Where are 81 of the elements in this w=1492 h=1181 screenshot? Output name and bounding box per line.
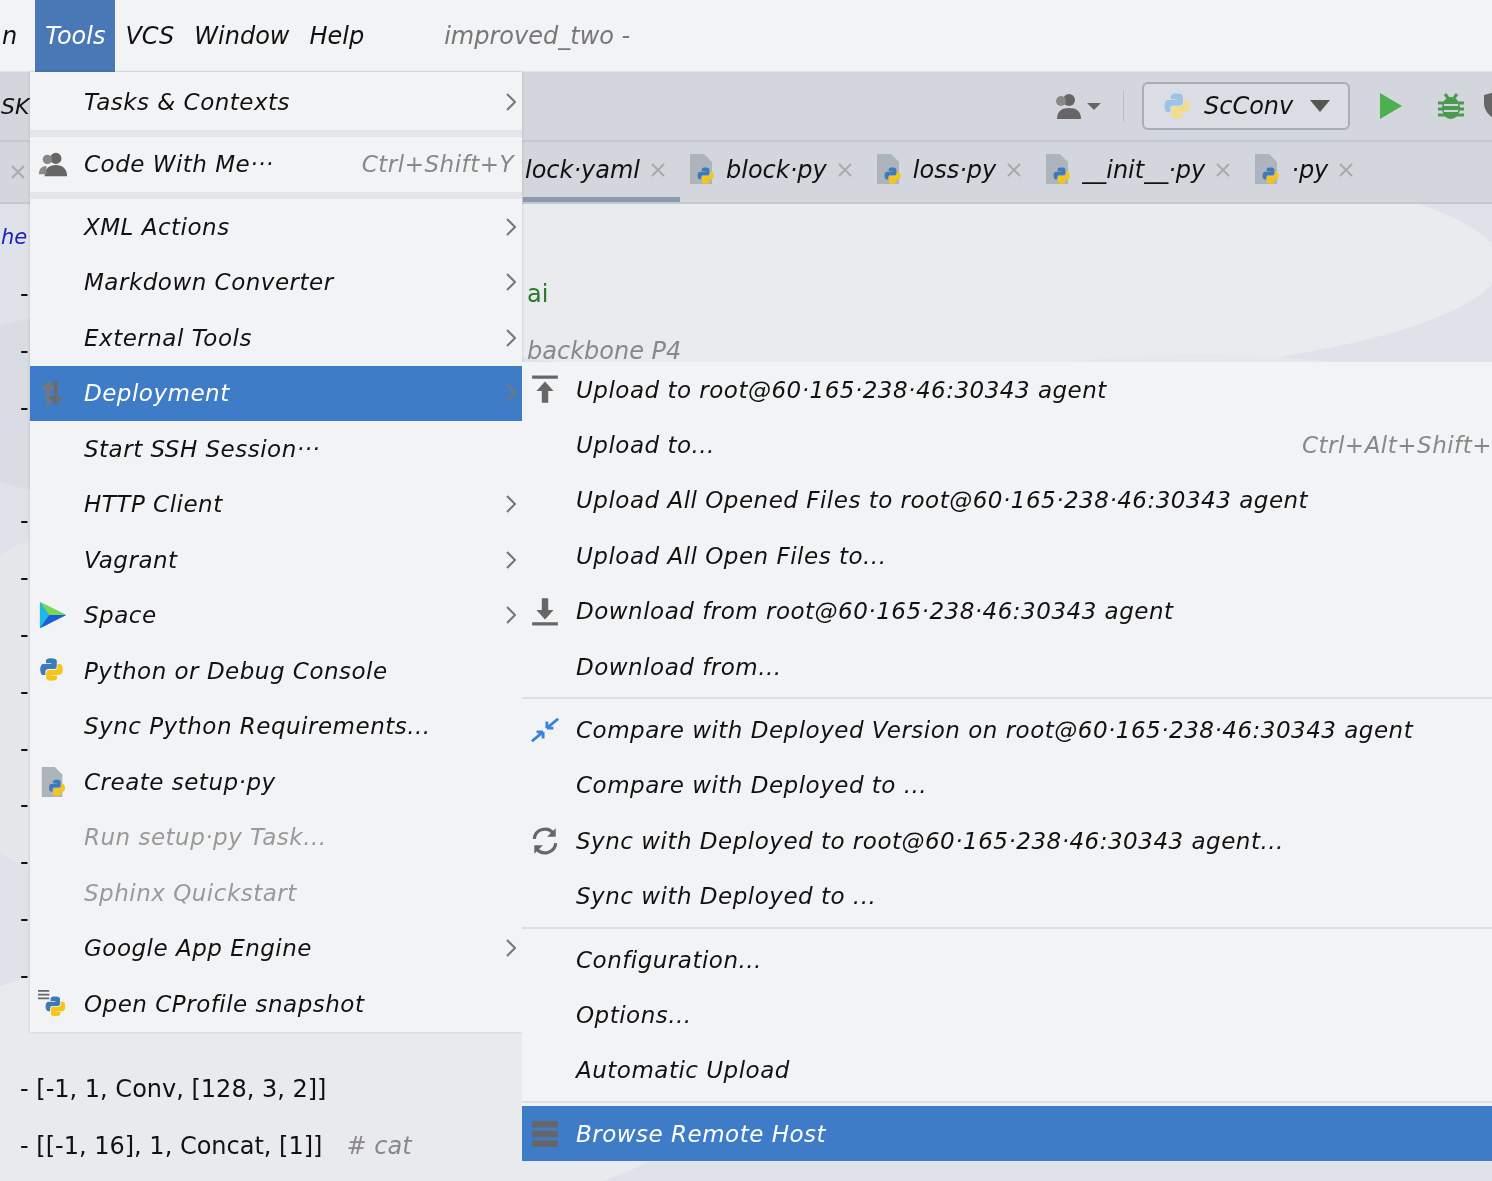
code-text: he bbox=[1, 225, 28, 250]
space-logo-icon bbox=[38, 600, 68, 631]
run-icon[interactable] bbox=[1378, 92, 1404, 120]
menu-item[interactable]: Google App Engine bbox=[30, 920, 522, 976]
code-text: - bbox=[20, 904, 29, 933]
close-icon[interactable] bbox=[10, 164, 26, 180]
menu-item[interactable]: Create setup·py bbox=[30, 754, 522, 810]
menu-item[interactable]: Automatic Upload bbox=[522, 1042, 1492, 1099]
menu-item[interactable]: Download from root@60·165·238·46:30343 agent bbox=[522, 583, 1492, 639]
code-text: backbone P4 bbox=[527, 337, 682, 365]
editor-tab[interactable]: __init__·py bbox=[1036, 142, 1246, 202]
code-text: - [[-1, 16], 1, Concat, [1]] bbox=[20, 1132, 323, 1161]
code-text: - [-1, 1, Conv, [128, 3, 2]] bbox=[20, 1075, 327, 1104]
code-text: - bbox=[20, 677, 29, 706]
code-text: - bbox=[20, 791, 29, 820]
menu-bar-item[interactable]: VCS bbox=[115, 0, 185, 72]
code-text: - bbox=[20, 507, 29, 536]
window-title: improved_two - bbox=[444, 21, 631, 50]
menu-item[interactable]: Deployment bbox=[30, 365, 522, 421]
download-icon bbox=[530, 596, 560, 627]
menu-item[interactable]: Options... bbox=[522, 987, 1492, 1043]
python-file-icon bbox=[1253, 153, 1282, 186]
menu-item[interactable]: Sync Python Requirements... bbox=[30, 698, 522, 754]
menu-item[interactable]: Sync with Deployed to root@60·165·238·46:30343 agent... bbox=[522, 813, 1492, 869]
menu-item[interactable]: HTTP Client bbox=[30, 476, 522, 532]
menu-item[interactable]: Browse Remote Host bbox=[522, 1106, 1492, 1162]
shortcut-text: Ctrl+Shift+Y bbox=[361, 151, 516, 178]
code-text: - bbox=[20, 280, 29, 309]
menu-item[interactable]: Compare with Deployed Version on root@60·165·238·46:30343 agent bbox=[522, 702, 1492, 758]
code-comment: # cat bbox=[346, 1132, 412, 1161]
menu-bar-item[interactable]: Window bbox=[184, 0, 300, 72]
code-text: - bbox=[20, 734, 29, 763]
menu-item[interactable]: Upload to... Ctrl+Alt+Shift+ bbox=[522, 417, 1492, 473]
close-icon[interactable] bbox=[1338, 161, 1355, 178]
menu-bar-item[interactable]: Help bbox=[299, 0, 375, 72]
code-text: ai bbox=[527, 280, 549, 309]
bug-icon[interactable] bbox=[1436, 91, 1466, 121]
python-file-icon bbox=[688, 153, 717, 186]
menu-item[interactable]: Space bbox=[30, 587, 522, 643]
menu-item[interactable]: Upload All Open Files to... bbox=[522, 528, 1492, 584]
menu-bar-item[interactable]: n bbox=[0, 0, 28, 72]
menu-item[interactable]: XML Actions bbox=[30, 199, 522, 255]
code-text: - bbox=[20, 337, 29, 365]
close-icon[interactable] bbox=[836, 161, 853, 178]
python-stack-icon bbox=[38, 988, 68, 1019]
python-icon bbox=[1162, 91, 1192, 121]
code-text: - bbox=[20, 620, 29, 649]
menu-item[interactable]: Configuration... bbox=[522, 931, 1492, 988]
code-text: - bbox=[20, 961, 29, 990]
menu-item[interactable]: Download from... bbox=[522, 638, 1492, 695]
menu-item[interactable]: Tasks & Contexts bbox=[30, 74, 522, 130]
menu-bar-item[interactable]: Tools bbox=[35, 0, 116, 72]
caret-icon bbox=[1310, 100, 1330, 112]
code-text: - bbox=[20, 848, 29, 877]
upload-icon bbox=[530, 374, 560, 405]
run-config-dropdown[interactable]: ScConv bbox=[1142, 82, 1350, 130]
menu-item[interactable]: Code With Me··· Ctrl+Shift+Y bbox=[30, 136, 522, 192]
server-icon bbox=[530, 1118, 560, 1149]
python-file-icon bbox=[874, 153, 903, 186]
menu-item[interactable]: Upload All Opened Files to root@60·165·238·46:30343 agent bbox=[522, 472, 1492, 529]
menu-item[interactable]: Sync with Deployed to ... bbox=[522, 868, 1492, 924]
menu-item[interactable]: External Tools bbox=[30, 310, 522, 366]
menu-item[interactable]: Start SSH Session··· bbox=[30, 421, 522, 477]
menu-item[interactable]: Python or Debug Console bbox=[30, 643, 522, 699]
close-icon[interactable] bbox=[650, 161, 667, 178]
close-icon[interactable] bbox=[1006, 161, 1023, 178]
menu-item[interactable]: Open CProfile snapshot bbox=[30, 976, 522, 1032]
sync-icon bbox=[530, 825, 560, 856]
python-file-icon bbox=[1044, 153, 1073, 186]
editor-tab[interactable]: loss·py bbox=[866, 142, 1037, 202]
toolbar-text: SK bbox=[1, 93, 30, 119]
menu-item[interactable]: Compare with Deployed to ... bbox=[522, 757, 1492, 814]
editor-tab[interactable]: block·py bbox=[680, 142, 867, 202]
code-text: - bbox=[20, 564, 29, 593]
shortcut-text: Ctrl+Alt+Shift+ bbox=[1301, 432, 1492, 459]
menu-item[interactable]: Upload to root@60·165·238·46:30343 agent bbox=[522, 362, 1492, 418]
code-text: - bbox=[20, 393, 29, 422]
menu-item[interactable]: Markdown Converter bbox=[30, 254, 522, 310]
close-icon[interactable] bbox=[1215, 161, 1232, 178]
menu-item[interactable]: Vagrant bbox=[30, 532, 522, 588]
editor-tab[interactable]: ·py bbox=[1245, 142, 1369, 202]
